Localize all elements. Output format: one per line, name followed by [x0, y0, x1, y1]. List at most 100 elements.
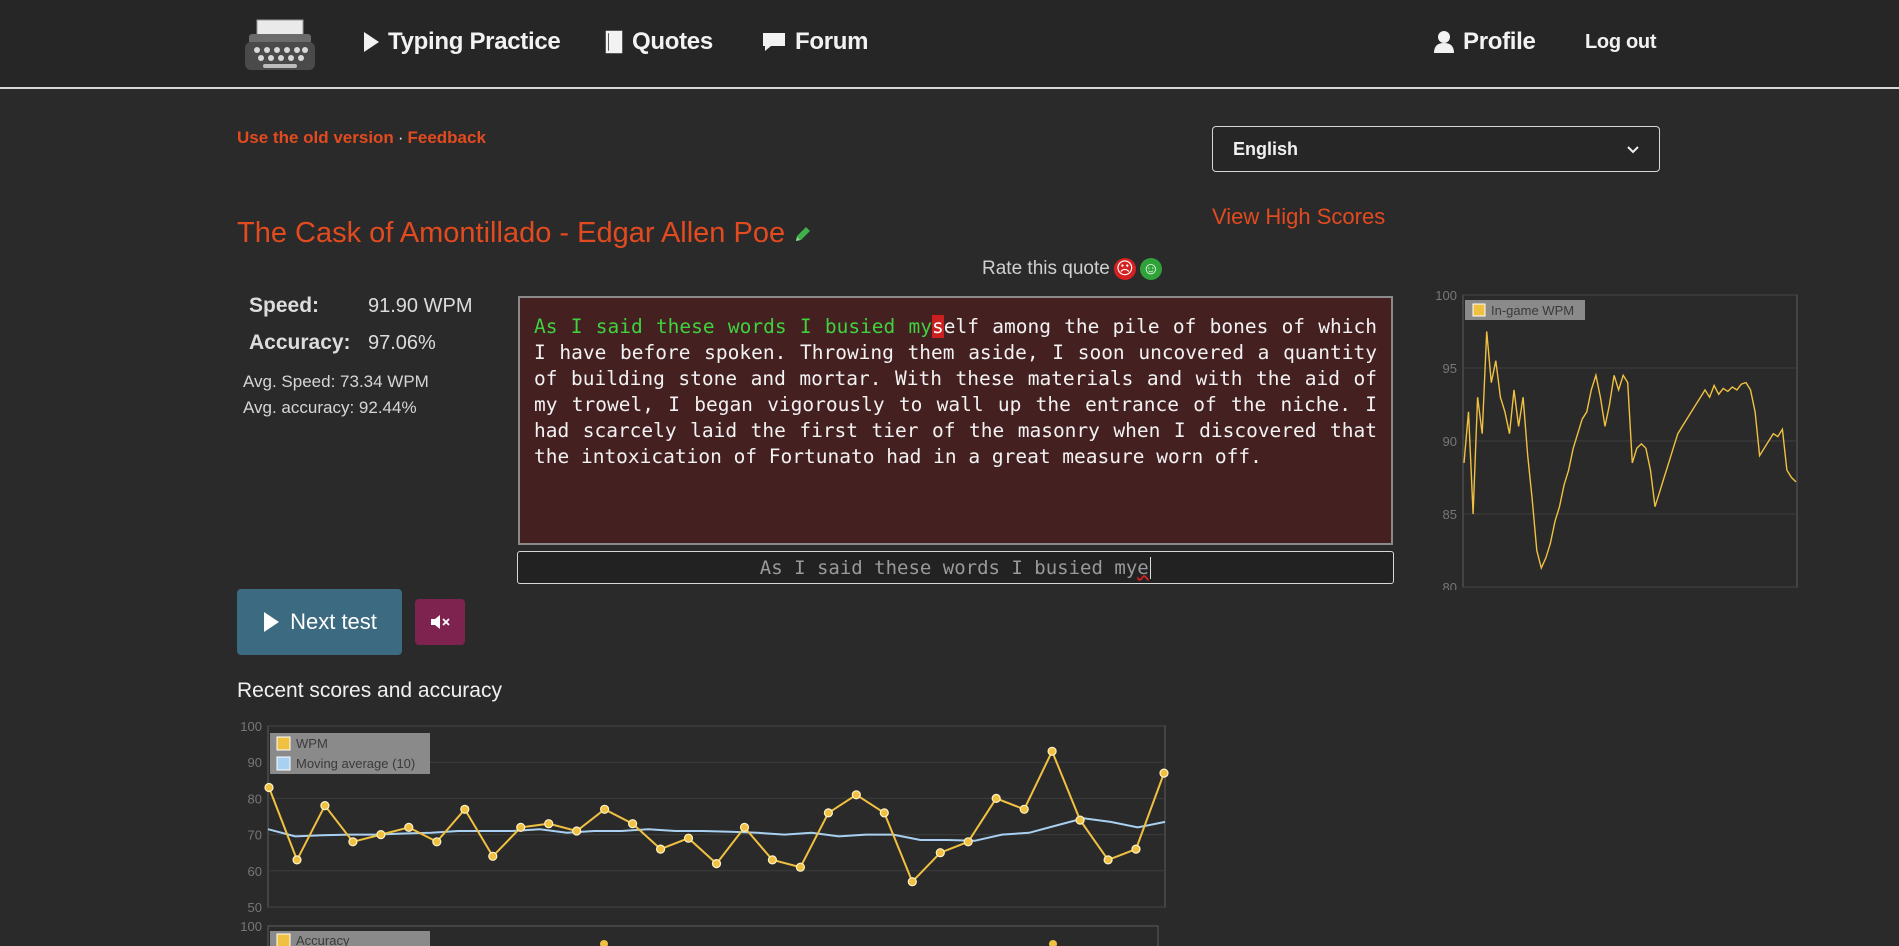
recent-ytick-label: 90: [248, 755, 262, 770]
recent-ytick-label: 50: [248, 900, 262, 915]
wpm-data-point: [963, 837, 973, 847]
wpm-data-point: [795, 862, 806, 872]
wpm-data-point: [376, 829, 386, 840]
avg-speed: Avg. Speed: 73.34 WPM: [243, 372, 429, 391]
wpm-data-point: [264, 782, 274, 793]
frown-face-icon[interactable]: ☹: [1113, 258, 1136, 280]
avg-accuracy: Avg. accuracy: 92.44%: [243, 398, 417, 417]
wpm-data-point: [1075, 815, 1085, 825]
accuracy-point: [600, 940, 608, 946]
accuracy-point: [1049, 940, 1057, 946]
wpm-legend-swatch: [276, 736, 291, 751]
smile-face-icon[interactable]: ☺: [1139, 258, 1162, 280]
wpm-data-point: [1131, 844, 1141, 854]
quote-error-char: s: [932, 315, 944, 338]
speech-bubble-icon: [763, 33, 785, 51]
wpm-data-point: [711, 859, 722, 869]
version-links: Use the old version · Feedback: [237, 128, 486, 148]
ingame-ytick-label: 80: [1443, 580, 1457, 590]
wpm-data-point: [320, 800, 330, 811]
nav-typing-practice[interactable]: Typing Practice: [362, 28, 561, 56]
ingame-ytick-label: 95: [1443, 361, 1457, 376]
link-separator: ·: [397, 128, 404, 147]
nav-forum[interactable]: Forum: [761, 28, 868, 56]
ingame-wpm-line: [1463, 331, 1797, 571]
wpm-data-point: [656, 844, 666, 854]
wpm-data-point: [1047, 746, 1057, 756]
top-navbar: Typing Practice Quotes Forum Profile Log…: [0, 0, 1899, 89]
wpm-data-point: [292, 855, 302, 865]
ingame-ytick-label: 90: [1443, 434, 1457, 449]
text-cursor: [1149, 556, 1152, 579]
accuracy-legend-bg: [270, 931, 430, 946]
quote-typed-correct: As I said these words I busied my: [534, 315, 933, 338]
language-select[interactable]: English: [1212, 126, 1660, 172]
rate-quote-label: Rate this quote: [982, 258, 1110, 279]
typing-input[interactable]: As I said these words I busied my e: [517, 551, 1394, 584]
wpm-data-point: [348, 837, 358, 847]
wpm-data-point: [767, 855, 778, 865]
speed-value: 91.90 WPM: [368, 295, 473, 317]
wpm-data-point: [907, 877, 917, 887]
ingame-wpm-chart: 80 85 90 95 100 In-game WPM: [1435, 290, 1798, 590]
accuracy-ytick-label: 100: [240, 919, 262, 934]
wpm-data-point: [572, 826, 582, 836]
mute-toggle-button[interactable]: [415, 599, 465, 645]
wpm-data-point: [851, 790, 861, 800]
typewriter-logo-icon[interactable]: [243, 18, 317, 74]
accuracy-legend-label: Accuracy: [296, 933, 350, 946]
next-test-label: Next test: [290, 609, 377, 634]
logout-link[interactable]: Log out: [1585, 31, 1657, 54]
nav-quotes[interactable]: Quotes: [604, 28, 713, 56]
recent-wpm-chart: 50 60 70 80 90 100 WPM Moving average (10) 10…: [240, 719, 1169, 946]
play-icon: [364, 32, 379, 52]
next-test-button[interactable]: Next test: [237, 589, 402, 655]
view-high-scores-link[interactable]: View High Scores: [1212, 204, 1385, 230]
recent-scores-title: Recent scores and accuracy: [237, 679, 502, 702]
book-icon: [605, 30, 623, 54]
play-icon: [264, 612, 280, 632]
wpm-data-point: [1159, 768, 1169, 778]
rate-quote: Rate this quote ☹ ☺: [982, 258, 1162, 280]
accuracy-value: 97.06%: [368, 332, 436, 354]
wpm-data-point: [1019, 804, 1029, 814]
nav-typing-practice-label: Typing Practice: [388, 28, 561, 55]
accuracy-legend-swatch: [276, 933, 291, 946]
moving-average-legend-label: Moving average (10): [296, 756, 415, 771]
wpm-data-point: [879, 808, 889, 818]
user-icon: [1434, 31, 1454, 53]
recent-ytick-label: 60: [248, 864, 262, 879]
wpm-data-point: [935, 848, 945, 858]
quote-text-box: As I said these words I busied myself am…: [518, 296, 1393, 545]
wpm-data-point: [516, 822, 526, 833]
old-version-link[interactable]: Use the old version: [237, 128, 394, 147]
wpm-data-point: [432, 837, 442, 847]
chevron-down-icon: [1627, 146, 1639, 154]
wpm-data-point: [991, 793, 1001, 804]
quote-title-text: The Cask of Amontillado - Edgar Allen Po…: [237, 217, 786, 249]
ingame-ytick-label: 100: [1435, 290, 1457, 303]
feedback-link[interactable]: Feedback: [408, 128, 486, 147]
pencil-icon[interactable]: [793, 224, 813, 244]
wpm-data-point: [1103, 855, 1113, 865]
ingame-legend-label: In-game WPM: [1491, 303, 1574, 318]
wpm-data-point: [544, 819, 554, 829]
wpm-data-point: [823, 808, 834, 818]
wpm-data-point: [628, 819, 638, 829]
nav-profile-label: Profile: [1463, 28, 1536, 55]
accuracy-label: Accuracy:: [249, 331, 351, 354]
wpm-data-point: [488, 851, 498, 861]
wpm-data-point: [404, 822, 414, 833]
moving-average-legend-swatch: [276, 756, 291, 771]
ingame-legend-swatch: [1472, 303, 1486, 317]
typing-input-value-error: e: [1137, 556, 1149, 579]
wpm-data-point: [739, 822, 750, 833]
recent-ytick-label: 70: [248, 828, 262, 843]
quote-title: The Cask of Amontillado - Edgar Allen Po…: [237, 217, 813, 250]
wpm-data-point: [683, 833, 694, 843]
speed-label: Speed:: [249, 294, 320, 317]
nav-forum-label: Forum: [795, 28, 869, 55]
recent-ytick-label: 100: [240, 719, 262, 734]
nav-quotes-label: Quotes: [632, 28, 713, 55]
nav-profile[interactable]: Profile: [1433, 28, 1536, 56]
